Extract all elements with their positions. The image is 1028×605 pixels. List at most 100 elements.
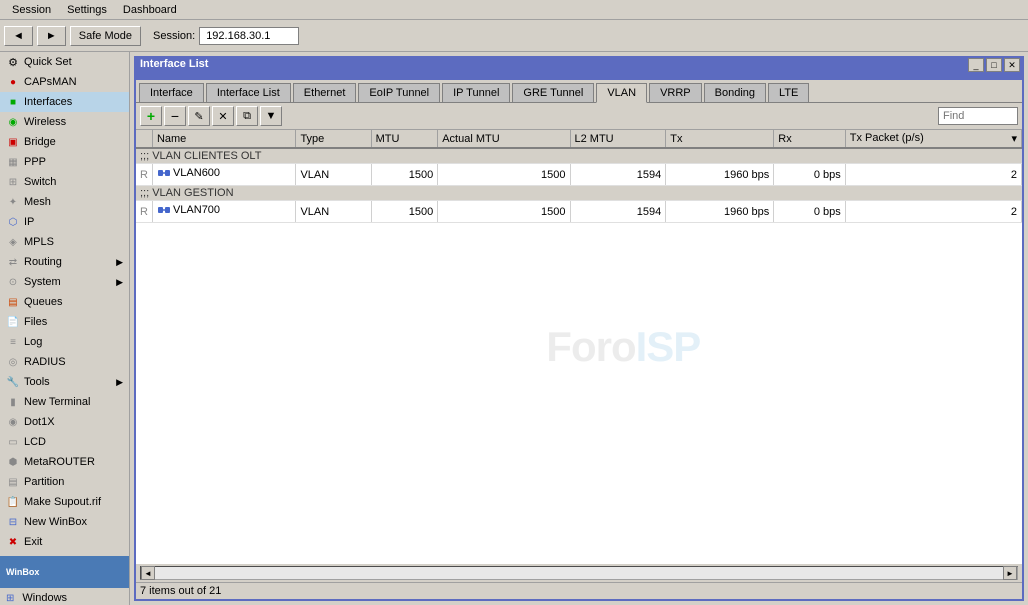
filter-button[interactable]: ▼ — [260, 106, 282, 126]
col-header-txpkt[interactable]: Tx Packet (p/s) ▾ — [845, 130, 1021, 148]
row-name: VLAN600 — [152, 164, 295, 186]
routing-icon: ⇄ — [6, 255, 20, 269]
sidebar-item-bridge[interactable]: ▣ Bridge — [0, 132, 129, 152]
sidebar-item-newterminal[interactable]: ▮ New Terminal — [0, 392, 129, 412]
col-header-flag[interactable] — [136, 130, 152, 148]
sidebar-item-windows[interactable]: ⊞ Windows — [0, 588, 129, 605]
scroll-right-button[interactable]: ► — [1003, 566, 1017, 580]
copy-button[interactable]: ⧉ — [236, 106, 258, 126]
dot1x-icon: ◉ — [6, 415, 20, 429]
close-button[interactable]: ✕ — [1004, 58, 1020, 72]
row-type: VLAN — [296, 164, 371, 186]
sidebar-item-radius[interactable]: ◎ RADIUS — [0, 352, 129, 372]
safe-mode-button[interactable]: Safe Mode — [70, 26, 141, 46]
ppp-icon: ▦ — [6, 155, 20, 169]
sidebar-item-supout[interactable]: 📋 Make Supout.rif — [0, 492, 129, 512]
row-rx: 0 bps — [774, 201, 846, 223]
horizontal-scrollbar[interactable]: ◄ ► — [140, 566, 1018, 580]
table-row[interactable]: R VLAN700 — [136, 201, 1022, 223]
col-header-tx[interactable]: Tx — [666, 130, 774, 148]
sidebar-item-newwinbox[interactable]: ⊟ New WinBox — [0, 512, 129, 532]
row-flag: R — [136, 201, 152, 223]
log-icon: ≡ — [6, 335, 20, 349]
sidebar-item-switch[interactable]: ⊞ Switch — [0, 172, 129, 192]
col-header-mtu[interactable]: MTU — [371, 130, 438, 148]
files-icon: 📄 — [6, 315, 20, 329]
row-type: VLAN — [296, 201, 371, 223]
row-mtu: 1500 — [371, 201, 438, 223]
add-button[interactable]: + — [140, 106, 162, 126]
wireless-icon: ◉ — [6, 115, 20, 129]
tab-interface[interactable]: Interface — [139, 83, 204, 102]
forward-button[interactable]: ► — [37, 26, 66, 46]
sidebar-item-system[interactable]: ⊙ System ▶ — [0, 272, 129, 292]
switch-icon: ⊞ — [6, 175, 20, 189]
tools-arrow: ▶ — [116, 377, 123, 388]
menu-settings[interactable]: Settings — [59, 2, 115, 18]
row-l2mtu: 1594 — [570, 201, 666, 223]
tab-gre-tunnel[interactable]: GRE Tunnel — [512, 83, 594, 102]
menu-bar: Session Settings Dashboard — [0, 0, 1028, 20]
col-header-type[interactable]: Type — [296, 130, 371, 148]
section-vlan-gestion: ;;; VLAN GESTION — [136, 186, 1022, 201]
section-vlan-clientes: ;;; VLAN CLIENTES OLT — [136, 148, 1022, 164]
col-header-rx[interactable]: Rx — [774, 130, 846, 148]
tab-eoip-tunnel[interactable]: EoIP Tunnel — [358, 83, 440, 102]
sidebar-item-quickset[interactable]: ⚙ Quick Set — [0, 52, 129, 72]
tab-lte[interactable]: LTE — [768, 83, 809, 102]
sidebar-item-metarouter[interactable]: ⬢ MetaROUTER — [0, 452, 129, 472]
scroll-left-button[interactable]: ◄ — [141, 566, 155, 580]
table-row[interactable]: R VLAN600 — [136, 164, 1022, 186]
col-header-l2mtu[interactable]: L2 MTU — [570, 130, 666, 148]
tab-vlan[interactable]: VLAN — [596, 83, 647, 103]
sidebar-item-partition[interactable]: ▤ Partition — [0, 472, 129, 492]
menu-session[interactable]: Session — [4, 2, 59, 18]
vlan-icon — [157, 203, 171, 217]
tab-interface-list[interactable]: Interface List — [206, 83, 291, 102]
sidebar-item-capsman[interactable]: ● CAPsMAN — [0, 72, 129, 92]
table-toolbar: + − ✎ ✕ ⧉ ▼ — [136, 103, 1022, 130]
sidebar-item-files[interactable]: 📄 Files — [0, 312, 129, 332]
tab-ethernet[interactable]: Ethernet — [293, 83, 357, 102]
row-l2mtu: 1594 — [570, 164, 666, 186]
sidebar-item-routing[interactable]: ⇄ Routing ▶ — [0, 252, 129, 272]
interfaces-icon: ■ — [6, 95, 20, 109]
tab-ip-tunnel[interactable]: IP Tunnel — [442, 83, 510, 102]
col-header-name[interactable]: Name — [152, 130, 295, 148]
scroll-track[interactable] — [155, 567, 1003, 579]
sidebar-item-mpls[interactable]: ◈ MPLS — [0, 232, 129, 252]
tab-vrrp[interactable]: VRRP — [649, 83, 702, 102]
sidebar-item-interfaces[interactable]: ■ Interfaces — [0, 92, 129, 112]
sidebar-item-ip[interactable]: ⬡ IP — [0, 212, 129, 232]
sidebar-item-queues[interactable]: ▤ Queues — [0, 292, 129, 312]
status-text: 7 items out of 21 — [140, 585, 221, 597]
remove-button[interactable]: − — [164, 106, 186, 126]
edit-button[interactable]: ✎ — [188, 106, 210, 126]
lcd-icon: ▭ — [6, 435, 20, 449]
partition-icon: ▤ — [6, 475, 20, 489]
row-mtu: 1500 — [371, 164, 438, 186]
tab-bar: Interface Interface List Ethernet EoIP T… — [136, 80, 1022, 103]
col-header-actual-mtu[interactable]: Actual MTU — [438, 130, 570, 148]
session-ip: 192.168.30.1 — [199, 27, 299, 45]
ip-icon: ⬡ — [6, 215, 20, 229]
back-button[interactable]: ◄ — [4, 26, 33, 46]
row-name: VLAN700 — [152, 201, 295, 223]
find-input[interactable] — [938, 107, 1018, 125]
sidebar-item-lcd[interactable]: ▭ LCD — [0, 432, 129, 452]
sidebar-item-wireless[interactable]: ◉ Wireless — [0, 112, 129, 132]
sidebar-item-exit[interactable]: ✖ Exit — [0, 532, 129, 552]
menu-dashboard[interactable]: Dashboard — [115, 2, 185, 18]
delete-button[interactable]: ✕ — [212, 106, 234, 126]
restore-button[interactable]: □ — [986, 58, 1002, 72]
sidebar-item-ppp[interactable]: ▦ PPP — [0, 152, 129, 172]
interface-list-window: Interface List _ □ ✕ Interface Interface… — [134, 56, 1024, 601]
sidebar-item-dot1x[interactable]: ◉ Dot1X — [0, 412, 129, 432]
tab-bonding[interactable]: Bonding — [704, 83, 766, 102]
minimize-button[interactable]: _ — [968, 58, 984, 72]
sidebar-item-tools[interactable]: 🔧 Tools ▶ — [0, 372, 129, 392]
sidebar-item-log[interactable]: ≡ Log — [0, 332, 129, 352]
sidebar-item-mesh[interactable]: ✦ Mesh — [0, 192, 129, 212]
terminal-icon: ▮ — [6, 395, 20, 409]
row-tx: 1960 bps — [666, 164, 774, 186]
